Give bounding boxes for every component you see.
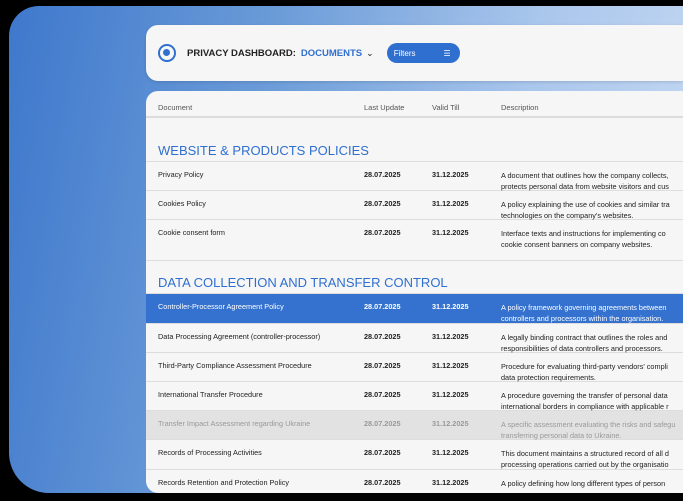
description-line: A policy explaining the use of cookies a… bbox=[501, 200, 670, 210]
last-update: 28.07.2025 bbox=[364, 360, 401, 370]
description: A policy explaining the use of cookies a… bbox=[501, 199, 683, 221]
last-update: 28.07.2025 bbox=[364, 302, 401, 312]
description-line: Interface texts and instructions for imp… bbox=[501, 229, 666, 239]
column-header-last-update[interactable]: Last Update bbox=[364, 103, 404, 112]
document-name: Cookies Policy bbox=[158, 199, 206, 209]
column-header-description[interactable]: Description bbox=[501, 103, 683, 112]
valid-till: 31.12.2025 bbox=[432, 170, 469, 179]
section-header: DATA COLLECTION AND TRANSFER CONTROL bbox=[146, 261, 683, 295]
document-name: Third-Party Compliance Assessment Proced… bbox=[158, 360, 312, 370]
description: A procedure governing the transfer of pe… bbox=[501, 390, 683, 412]
description-line: responsibilities of data controllers and… bbox=[501, 343, 663, 353]
table-row[interactable]: International Transfer Procedure 28.07.2… bbox=[146, 382, 683, 412]
description-line: This document maintains a structured rec… bbox=[501, 449, 669, 459]
filters-button[interactable]: Filters ☰ bbox=[386, 43, 460, 63]
description-line: protects personal data from website visi… bbox=[501, 182, 669, 191]
description-line: transferring personal data to Ukraine. bbox=[501, 431, 622, 441]
logo-icon[interactable] bbox=[158, 44, 176, 62]
document-name: Data Processing Agreement (controller-pr… bbox=[158, 331, 321, 341]
valid-till: 31.12.2025 bbox=[432, 419, 469, 429]
valid-till: 31.12.2025 bbox=[432, 360, 469, 370]
document-name: Controller-Processor Agreement Policy bbox=[158, 302, 284, 312]
table-row[interactable]: Third-Party Compliance Assessment Proced… bbox=[146, 353, 683, 382]
description-line: A policy framework governing agreements … bbox=[501, 303, 667, 313]
description-line: A legally binding contract that outlines… bbox=[501, 332, 668, 342]
documents-table: Document Last Update Valid Till Descript… bbox=[146, 91, 683, 493]
description: A specific assessment evaluating the ris… bbox=[501, 419, 683, 441]
document-name: Cookie consent form bbox=[158, 228, 225, 238]
last-update: 28.07.2025 bbox=[364, 389, 401, 399]
filter-icon: ☰ bbox=[443, 48, 451, 58]
description-line: A document that outlines how the company… bbox=[501, 171, 669, 180]
table-row[interactable]: Cookie consent form 28.07.2025 31.12.202… bbox=[146, 220, 683, 262]
table-header: Document Last Update Valid Till Descript… bbox=[146, 91, 683, 118]
last-update: 28.07.2025 bbox=[364, 170, 401, 179]
valid-till: 31.12.2025 bbox=[432, 228, 469, 238]
description: Procedure for evaluating third-party ven… bbox=[501, 361, 683, 383]
description: A policy defining how long different typ… bbox=[501, 478, 683, 489]
valid-till: 31.12.2025 bbox=[432, 331, 469, 341]
description-line: technologies on the company's websites. bbox=[501, 211, 634, 221]
section-dropdown[interactable]: DOCUMENTS bbox=[301, 48, 362, 59]
description: A document that outlines how the company… bbox=[501, 170, 683, 192]
valid-till: 31.12.2025 bbox=[432, 448, 469, 458]
description-line: processing operations carried out by the… bbox=[501, 460, 669, 470]
section-title: DATA COLLECTION AND TRANSFER CONTROL bbox=[158, 275, 448, 291]
description: Interface texts and instructions for imp… bbox=[501, 228, 683, 250]
description: A legally binding contract that outlines… bbox=[501, 332, 683, 354]
chevron-down-icon[interactable]: ⌄ bbox=[366, 48, 374, 59]
valid-till: 31.12.2025 bbox=[432, 477, 469, 487]
document-name: Privacy Policy bbox=[158, 170, 204, 179]
document-name: Records Retention and Protection Policy bbox=[158, 477, 290, 487]
document-name: International Transfer Procedure bbox=[158, 389, 263, 399]
description: A policy framework governing agreements … bbox=[501, 302, 683, 324]
description-line: A procedure governing the transfer of pe… bbox=[501, 390, 668, 400]
table-row[interactable]: Privacy Policy 28.07.2025 31.12.2025 A d… bbox=[146, 162, 683, 192]
column-header-document[interactable]: Document bbox=[158, 103, 192, 112]
description-line: A specific assessment evaluating the ris… bbox=[501, 420, 676, 430]
table-row[interactable]: Transfer Impact Assessment regarding Ukr… bbox=[146, 411, 683, 441]
description-line: data protection requirements. bbox=[501, 372, 596, 382]
description-line: cookie consent banners on company websit… bbox=[501, 240, 653, 250]
last-update: 28.07.2025 bbox=[364, 199, 401, 209]
document-name: Records of Processing Activities bbox=[158, 448, 262, 458]
filters-label: Filters bbox=[393, 48, 416, 58]
description: This document maintains a structured rec… bbox=[501, 448, 683, 470]
last-update: 28.07.2025 bbox=[364, 419, 401, 429]
table-row[interactable]: Cookies Policy 28.07.2025 31.12.2025 A p… bbox=[146, 191, 683, 221]
description-line: A policy defining how long different typ… bbox=[501, 478, 666, 488]
last-update: 28.07.2025 bbox=[364, 448, 401, 458]
section-title: WEBSITE & PRODUCTS POLICIES bbox=[158, 143, 369, 158]
last-update: 28.07.2025 bbox=[364, 331, 401, 341]
description-line: Procedure for evaluating third-party ven… bbox=[501, 361, 668, 371]
valid-till: 31.12.2025 bbox=[432, 199, 469, 209]
last-update: 28.07.2025 bbox=[364, 477, 401, 487]
valid-till: 31.12.2025 bbox=[432, 302, 469, 312]
table-row[interactable]: Data Processing Agreement (controller-pr… bbox=[146, 324, 683, 353]
section-header: WEBSITE & PRODUCTS POLICIES bbox=[146, 118, 683, 162]
description-line: international borders in compliance with… bbox=[501, 401, 669, 411]
top-bar: PRIVACY DASHBOARD: DOCUMENTS ⌄ Filters ☰ bbox=[146, 25, 683, 81]
document-name: Transfer Impact Assessment regarding Ukr… bbox=[158, 419, 311, 429]
description-line: controllers and processors within the or… bbox=[501, 314, 664, 324]
dashboard-title: PRIVACY DASHBOARD: bbox=[187, 47, 296, 59]
valid-till: 31.12.2025 bbox=[432, 389, 469, 399]
last-update: 28.07.2025 bbox=[364, 228, 401, 238]
column-header-valid-till[interactable]: Valid Till bbox=[432, 103, 459, 112]
screen: PRIVACY DASHBOARD: DOCUMENTS ⌄ Filters ☰… bbox=[9, 6, 683, 493]
table-row[interactable]: Records Retention and Protection Policy … bbox=[146, 470, 683, 494]
table-row[interactable]: Controller-Processor Agreement Policy 28… bbox=[146, 294, 683, 324]
table-row[interactable]: Records of Processing Activities 28.07.2… bbox=[146, 440, 683, 470]
